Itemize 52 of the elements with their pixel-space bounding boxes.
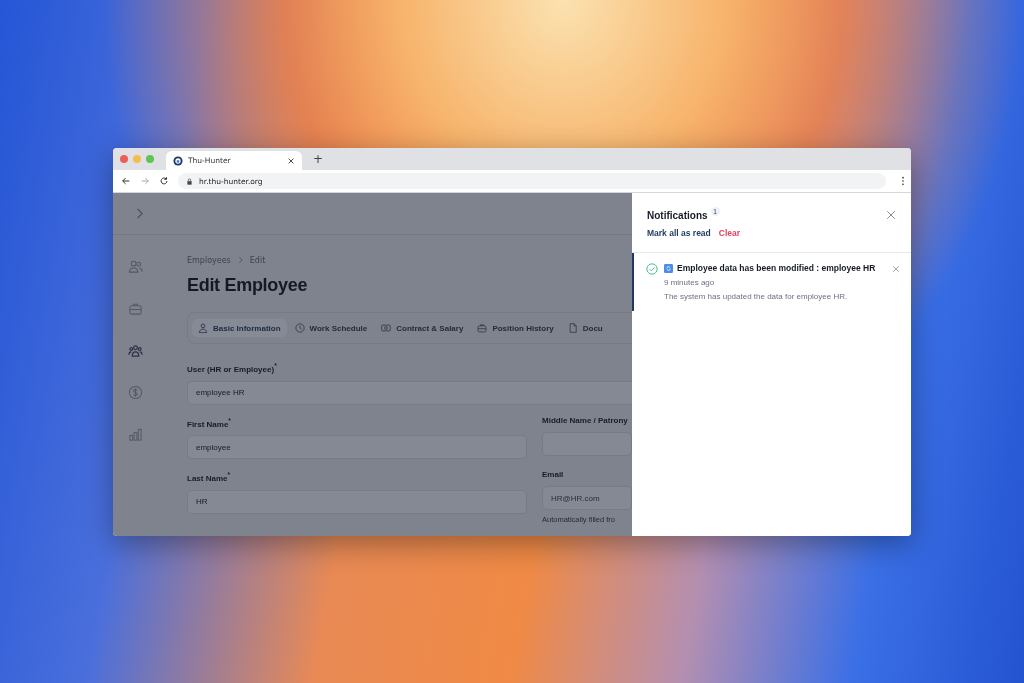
page-title: Edit Employee [187,274,309,297]
form-tab[interactable]: Basic Information [192,319,287,337]
chevron-right-icon [236,256,244,264]
field-label: Email [542,469,565,482]
forward-icon[interactable] [140,176,150,186]
briefcase-icon [477,323,488,333]
dollar-icon[interactable] [128,385,143,400]
notification-time: 9 minutes ago [664,278,716,287]
input-field[interactable]: employee [187,435,527,460]
menu-icon[interactable] [901,176,905,186]
maximize-window-button[interactable] [146,155,154,163]
site-logo-icon [173,155,183,166]
clock-icon [294,323,305,333]
close-window-button[interactable] [120,155,128,163]
form-tab[interactable]: Position History [471,319,560,337]
panel-title: Notifications [647,209,708,221]
back-icon[interactable] [121,176,131,186]
form-tab[interactable]: Contract & Salary [375,319,470,337]
new-tab-button[interactable]: + [310,152,327,166]
person-icon [198,323,208,333]
update-icon [664,263,673,273]
mark-all-read-link[interactable]: Mark all as read [647,228,711,238]
close-icon[interactable] [886,210,896,220]
field-label: First Name$^{*}$ [187,415,232,431]
input-field[interactable]: HR@HR.com [542,486,632,511]
form-tab[interactable]: Work Schedule [288,319,374,337]
field-label: Last Name$^{*}$ [187,470,232,485]
input-field[interactable] [542,431,632,456]
chevron-right-icon[interactable] [135,207,144,220]
field-label: Middle Name / Patrony [542,414,629,427]
input-field[interactable]: employee HR [187,380,632,405]
reload-icon[interactable] [159,176,169,186]
close-tab-icon[interactable] [287,156,295,165]
notification-title: Employee data has been modified : employee HR [677,263,876,273]
briefcase-icon[interactable] [128,301,143,316]
minimize-window-button[interactable] [133,155,141,163]
document-icon [567,323,578,333]
bar-chart-icon[interactable] [128,427,143,442]
dismiss-icon[interactable] [892,265,900,273]
banknote-icon [381,323,392,333]
breadcrumb-current: Edit [249,255,266,265]
users-icon[interactable] [128,259,143,274]
notification-message: The system has updated the data for employee HR. [664,292,849,301]
check-circle-icon [646,263,658,275]
team-icon[interactable] [128,343,143,358]
notification-item[interactable]: Employee data has been modified : employee HR 9 minutes ago The system has updated the data for employee HR. [632,253,911,311]
input-field[interactable]: HR [187,489,527,514]
clear-link[interactable]: Clear [718,228,741,238]
lock-icon [186,177,193,185]
form-tab[interactable]: Docu [561,319,609,337]
breadcrumb-link[interactable]: Employees [187,255,231,265]
field-label: User (HR or Employee)$^{*}$ [187,361,278,376]
